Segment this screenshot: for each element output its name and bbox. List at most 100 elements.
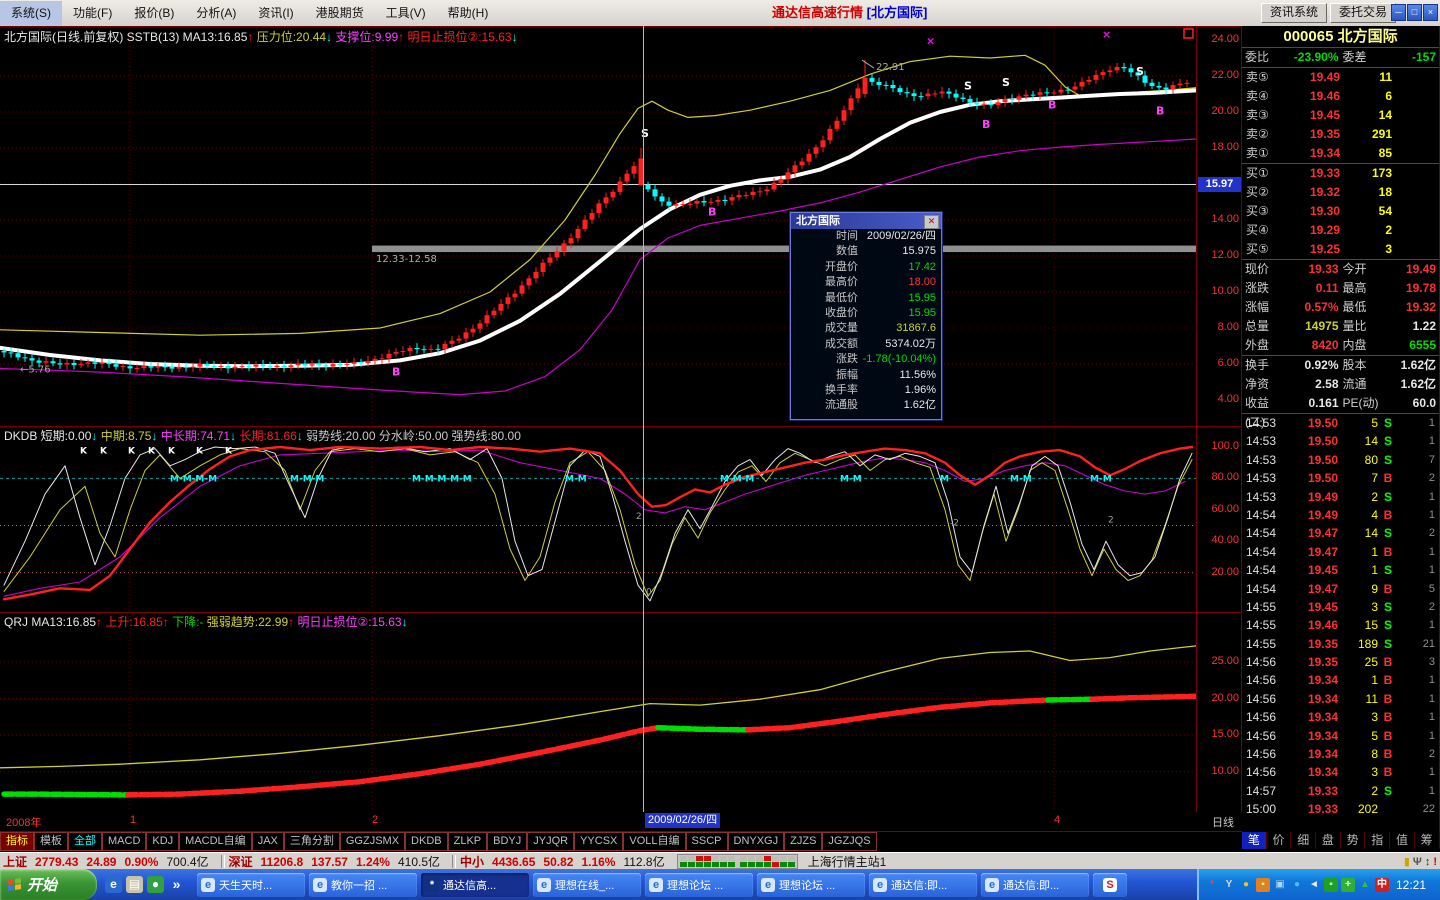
- titlebar: 系统(S) 功能(F) 报价(B) 分析(A) 资讯(I) 港股期货 工具(V) 帮助(H) …: [0, 0, 1440, 27]
- menu-item[interactable]: 系统(S): [0, 0, 62, 26]
- alert-icon[interactable]: !: [1433, 855, 1437, 869]
- ask-row[interactable]: 卖④ 19.46 6: [1242, 87, 1439, 106]
- bid-row[interactable]: 买③ 19.30 54: [1242, 202, 1439, 221]
- green-app-icon[interactable]: ▪: [1324, 877, 1338, 892]
- bid-row[interactable]: 买② 19.32 18: [1242, 183, 1439, 202]
- health-icon[interactable]: +: [1341, 877, 1355, 892]
- network-icon[interactable]: ▣: [1273, 878, 1287, 892]
- titlebar-button[interactable]: 资讯系统: [1260, 3, 1327, 23]
- indicator-tab[interactable]: 模板: [34, 832, 68, 851]
- menu-item[interactable]: 工具(V): [375, 1, 437, 26]
- indicator-tab[interactable]: VOLL自编: [623, 832, 686, 851]
- taskbar-button[interactable]: S: [1093, 872, 1127, 897]
- quote-tab[interactable]: 价: [1267, 832, 1292, 849]
- qrj-indicator-chart[interactable]: [0, 612, 1196, 812]
- weibi-value: -23.90%: [1293, 50, 1339, 64]
- taskbar-button[interactable]: e 理想论坛 ...: [757, 872, 865, 897]
- ask-row[interactable]: 卖① 19.34 85: [1242, 144, 1439, 163]
- indicator-tab[interactable]: KDJ: [146, 832, 180, 851]
- taskbar-button[interactable]: e 通达信:即...: [981, 872, 1089, 897]
- ask-row[interactable]: 卖③ 19.45 14: [1242, 106, 1439, 125]
- indicator-tab[interactable]: 三角分割: [283, 832, 340, 851]
- indicator-tab[interactable]: 指标: [0, 832, 34, 851]
- quote-tab[interactable]: 筹: [1415, 832, 1440, 849]
- menu-item[interactable]: 报价(B): [123, 1, 185, 26]
- menu-item[interactable]: 功能(F): [62, 1, 123, 26]
- tick-time: 14:54: [1246, 563, 1277, 578]
- quote-tab[interactable]: 值: [1390, 832, 1415, 849]
- plant-icon[interactable]: *: [1205, 878, 1219, 892]
- tick-row: 14:54 19.47 14 S 2: [1242, 524, 1439, 542]
- taskbar-button[interactable]: * 通达信高...: [421, 872, 529, 897]
- quote-tab[interactable]: 笔: [1242, 832, 1267, 849]
- start-button[interactable]: 开始: [0, 869, 97, 900]
- indicator-tab[interactable]: MACD: [102, 832, 147, 851]
- quote-tab[interactable]: 势: [1341, 832, 1366, 849]
- heat-block-group: [739, 856, 795, 867]
- close-icon[interactable]: ✕: [924, 215, 939, 229]
- clock[interactable]: 12:21: [1396, 878, 1426, 892]
- bid-row[interactable]: 买④ 19.29 2: [1242, 221, 1439, 240]
- menu-item[interactable]: 帮助(H): [437, 1, 500, 26]
- indicator-tab[interactable]: DNYXGJ: [727, 832, 785, 851]
- indicator-tab[interactable]: 全部: [68, 832, 102, 851]
- indicator-tab[interactable]: DKDB: [405, 832, 448, 851]
- menu-item[interactable]: 分析(A): [185, 1, 247, 26]
- media-icon[interactable]: ●: [147, 876, 164, 893]
- antenna-icon[interactable]: Ψ: [1413, 855, 1422, 869]
- tick-time: 14:56: [1246, 673, 1277, 688]
- tick-row: 14:55 19.35 189 S 21: [1242, 635, 1439, 653]
- restore-button[interactable]: □: [1407, 4, 1422, 21]
- speaker-icon[interactable]: ◄: [1307, 878, 1321, 892]
- popup-row-value: 15.95: [908, 306, 936, 319]
- minimize-button[interactable]: ─: [1391, 4, 1406, 21]
- connection-icon[interactable]: ▮: [1404, 855, 1410, 869]
- indicator-tab[interactable]: JGZJQS: [822, 832, 877, 851]
- taskbar-button[interactable]: e 教你一招 ...: [309, 872, 417, 897]
- quote-tab[interactable]: 指: [1365, 832, 1391, 849]
- indicator-tab[interactable]: BDYJ: [487, 832, 528, 851]
- svg-text:-2: -2: [950, 519, 959, 529]
- bid-row[interactable]: 买① 19.33 173: [1242, 164, 1439, 183]
- indicator-tab[interactable]: ZLKP: [447, 832, 488, 851]
- indicator-tab[interactable]: YYCSX: [574, 832, 624, 851]
- indicator-tab[interactable]: GGZJSMX: [339, 832, 406, 851]
- indicator-tab[interactable]: JYJQR: [527, 832, 575, 851]
- close-button[interactable]: ×: [1423, 4, 1438, 21]
- bid-row[interactable]: 买⑤ 19.25 3: [1242, 240, 1439, 259]
- menu-item[interactable]: 资讯(I): [247, 1, 304, 26]
- transfer-icon[interactable]: ↕: [1425, 855, 1431, 869]
- menu-item[interactable]: 港股期货: [305, 1, 375, 26]
- mic-icon[interactable]: Y: [1222, 878, 1236, 892]
- dkdb-indicator-chart[interactable]: K K K K K K K M-M-M-M M-M-M M-M-M-M-M M-M M-M-M M-M M…: [0, 426, 1196, 612]
- umbrella-icon[interactable]: ▲: [1358, 878, 1372, 892]
- quote-tab[interactable]: 细: [1291, 832, 1317, 849]
- indicator-tab[interactable]: ZJZS: [784, 832, 823, 851]
- taskbar-button[interactable]: e 理想论坛 ...: [645, 872, 753, 897]
- indicator-tab[interactable]: SSCP: [685, 832, 728, 851]
- info-value: 0.92%: [1304, 358, 1339, 372]
- level-label: 卖①: [1246, 146, 1269, 160]
- indicator-tab[interactable]: JAX: [251, 832, 284, 851]
- gift-icon[interactable]: ▪: [1256, 877, 1270, 892]
- header-segment: ↓: [401, 615, 408, 629]
- stock-code-name[interactable]: 000065 北方国际: [1242, 26, 1439, 48]
- ie-icon[interactable]: e: [105, 876, 122, 893]
- main-price-chart[interactable]: 12.33-12.58BSBSBSBSB× ×←5.7622.91: [0, 26, 1196, 426]
- messenger-icon[interactable]: ●: [1290, 878, 1304, 892]
- ask-row[interactable]: 卖⑤ 19.49 11: [1242, 68, 1439, 87]
- quote-tab[interactable]: 盘: [1316, 832, 1341, 849]
- taskbar-button[interactable]: e 通达信:即...: [869, 872, 977, 897]
- taskbar-button[interactable]: e 理想在线_...: [533, 872, 641, 897]
- coin-icon[interactable]: ●: [1239, 878, 1253, 892]
- expand-icon[interactable]: »: [168, 876, 185, 893]
- show-desktop-icon[interactable]: ▤: [126, 876, 143, 893]
- ask-row[interactable]: 卖② 19.35 291: [1242, 125, 1439, 144]
- popup-titlebar[interactable]: 北方国际 ✕: [791, 213, 941, 229]
- ime-icon[interactable]: 中: [1375, 877, 1389, 892]
- taskbar-button[interactable]: e 天生天时...: [197, 872, 305, 897]
- indicator-tab[interactable]: MACDL自编: [179, 832, 252, 851]
- heat-block: [755, 862, 763, 867]
- titlebar-button[interactable]: 委托交易: [1329, 3, 1396, 23]
- main-chart-header: 北方国际(日线.前复权) SSTB(13) MA13:16.85↑ 压力位:20…: [4, 28, 518, 45]
